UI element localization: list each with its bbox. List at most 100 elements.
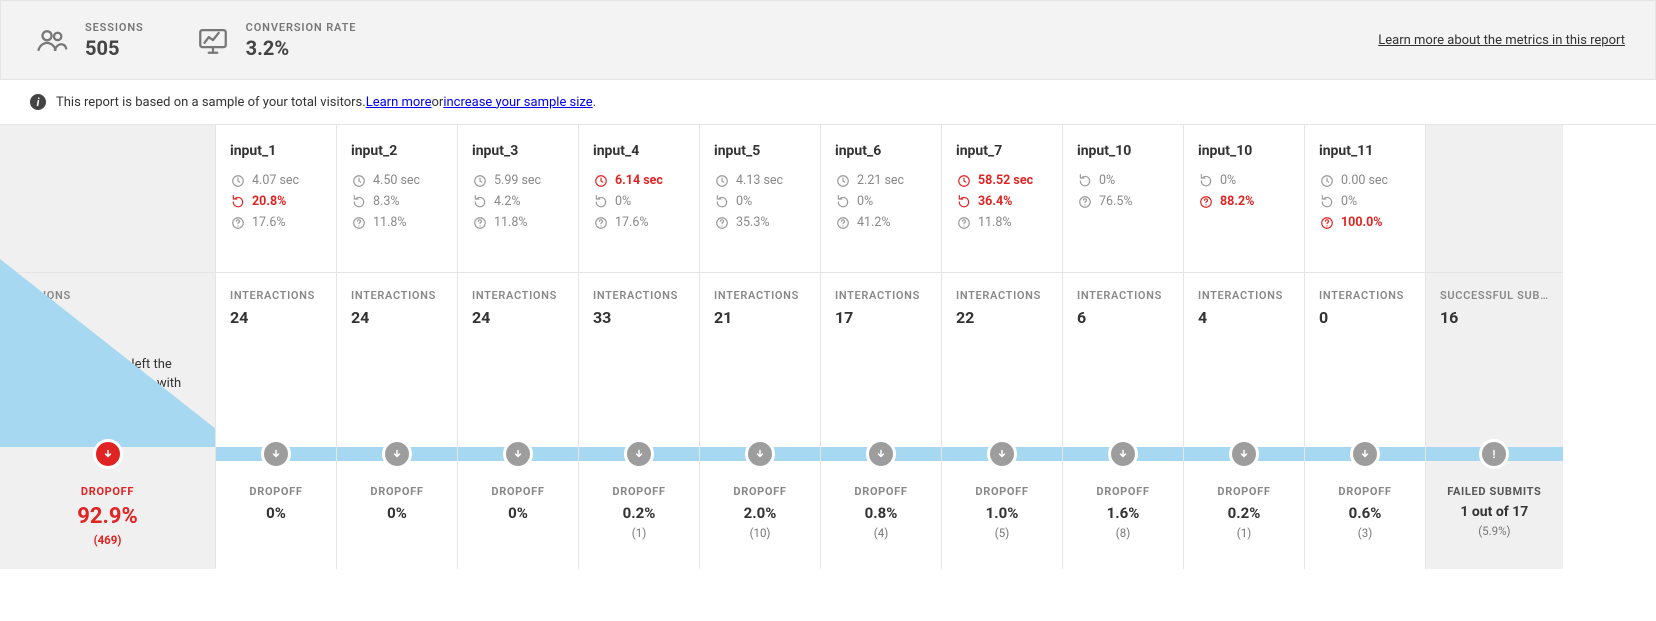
field-column: input_100%88.2%INTERACTIONS4DROPOFF0.2%(… [1184,125,1305,569]
field-stat: 4.13 sec [714,173,806,188]
field-stat-value: 100.0% [1341,215,1383,230]
field-stat-value: 17.6% [615,215,649,230]
field-stat: 17.6% [230,215,322,230]
success-column: SUCCESSFUL SUB… 16 FAILED SUBMITS 1 out … [1426,125,1563,569]
dropoff-marker-icon [503,439,533,469]
field-column: input_14.07 sec20.8%17.6%INTERACTIONS24D… [216,125,337,569]
conversion-metric: CONVERSION RATE 3.2% [192,19,357,61]
dropoff-value: 0.8% [829,504,933,522]
dropoff-count: (5) [950,526,1054,540]
dropoff-label: DROPOFF [587,485,691,498]
field-stat-value: 2.21 sec [857,173,904,188]
interactions-value: 4 [1198,308,1290,327]
failed-submits-value: 1 out of 17 [1434,504,1555,520]
dropoff-label: DROPOFF [829,485,933,498]
info-icon: i [30,94,46,110]
interactions-label: INTERACTIONS [230,289,322,302]
field-stat: 41.2% [835,215,927,230]
dropoff-value: 2.0% [708,504,812,522]
help-icon [835,216,851,230]
clock-icon [593,174,609,188]
dropoff-marker-icon [93,439,123,469]
field-stat: 8.3% [351,194,443,209]
field-stat: 88.2% [1198,194,1290,209]
clock-icon [835,174,851,188]
help-icon [351,216,367,230]
dropoff-value: 0% [224,504,328,522]
field-name: input_10 [1198,143,1290,159]
redo-icon [593,195,609,209]
field-stat-value: 11.8% [494,215,528,230]
dropoff-label: DROPOFF [708,485,812,498]
clock-icon [1319,174,1335,188]
field-stat-value: 36.4% [978,194,1012,209]
help-icon [1198,195,1214,209]
field-stat: 0% [835,194,927,209]
help-icon [1319,216,1335,230]
field-name: input_11 [1319,143,1411,159]
field-stat: 0% [714,194,806,209]
field-stat: 35.3% [714,215,806,230]
field-stat: 4.07 sec [230,173,322,188]
info-or: or [431,95,443,110]
field-name: input_2 [351,143,443,159]
sessions-value: 505 [85,36,144,60]
field-stat-value: 5.99 sec [494,173,541,188]
interactions-value: 21 [714,308,806,327]
field-stat: 0% [1077,173,1169,188]
field-column: input_46.14 sec0%17.6%INTERACTIONS33DROP… [579,125,700,569]
field-stat: 17.6% [593,215,685,230]
field-stat-value: 17.6% [252,215,286,230]
interactions-value: 0 [1319,308,1411,327]
field-stat-value: 11.8% [978,215,1012,230]
dropoff-count: (1) [587,526,691,540]
field-stat-value: 58.52 sec [978,173,1033,188]
clock-icon [230,174,246,188]
help-icon [1077,195,1093,209]
dropoff-label: DROPOFF [950,485,1054,498]
redo-icon [1319,195,1335,209]
dropoff-marker-icon [866,439,896,469]
interactions-label: INTERACTIONS [714,289,806,302]
field-stat-value: 20.8% [252,194,286,209]
field-stat-value: 0% [1220,173,1236,188]
field-stat: 20.8% [230,194,322,209]
interactions-label: INTERACTIONS [1198,289,1290,302]
dropoff-value: 1.0% [950,504,1054,522]
failed-submits-label: FAILED SUBMITS [1434,485,1555,498]
field-name: input_6 [835,143,927,159]
chart-icon [192,19,234,61]
field-column: input_100%76.5%INTERACTIONS6DROPOFF1.6%(… [1063,125,1184,569]
help-icon [472,216,488,230]
dropoff-label: DROPOFF [1071,485,1175,498]
dropoff-value: 0.6% [1313,504,1417,522]
learn-more-link[interactable]: Learn more [366,95,432,110]
increase-sample-link[interactable]: increase your sample size [443,95,592,110]
dropoff-marker-icon [382,439,412,469]
dropoff-count: (4) [829,526,933,540]
field-stat: 0% [1319,194,1411,209]
conversion-value: 3.2% [246,36,357,60]
field-name: input_5 [714,143,806,159]
sessions-dropoff-count: (469) [8,533,207,547]
field-stat: 5.99 sec [472,173,564,188]
field-stat-value: 8.3% [373,194,400,209]
interactions-label: INTERACTIONS [472,289,564,302]
field-stat: 4.50 sec [351,173,443,188]
dropoff-value: 0.2% [1192,504,1296,522]
redo-icon [351,195,367,209]
field-name: input_4 [593,143,685,159]
clock-icon [956,174,972,188]
dropoff-count: (1) [1192,526,1296,540]
field-stat-value: 88.2% [1220,194,1254,209]
field-stat: 76.5% [1077,194,1169,209]
success-value: 16 [1440,308,1549,327]
dropoff-marker-icon [1229,439,1259,469]
redo-icon [472,195,488,209]
field-stat-value: 0% [615,194,631,209]
learn-metrics-link[interactable]: Learn more about the metrics in this rep… [1378,33,1625,48]
redo-icon [835,195,851,209]
field-stat: 0% [1198,173,1290,188]
sessions-label: SESSIONS [85,21,144,34]
help-icon [230,216,246,230]
